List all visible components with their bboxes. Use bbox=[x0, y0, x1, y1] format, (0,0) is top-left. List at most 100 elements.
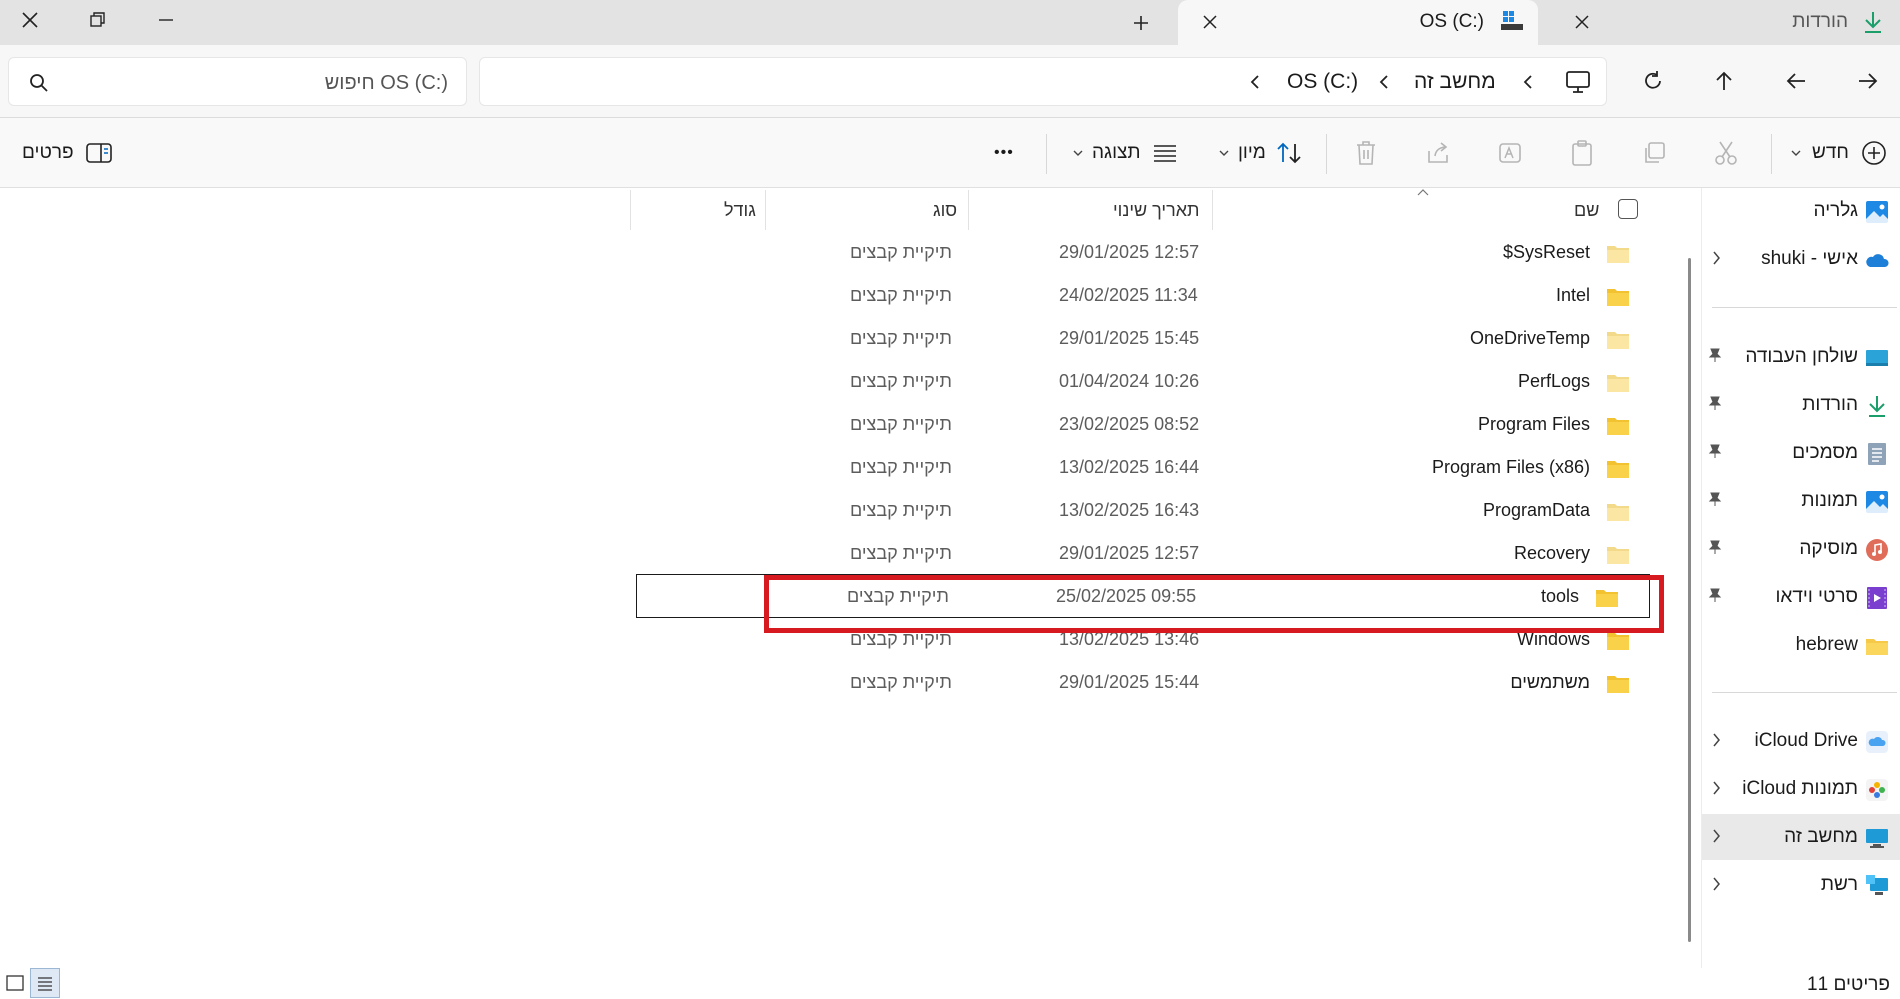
sidebar-item-label: גלריה bbox=[1813, 200, 1858, 221]
pin-icon[interactable] bbox=[1708, 491, 1722, 507]
file-name[interactable]: PerfLogs bbox=[1518, 371, 1590, 392]
tab-title: OS (C:) bbox=[1419, 11, 1484, 32]
tab-close-button[interactable] bbox=[1568, 8, 1596, 36]
sidebar-item-documents[interactable]: מסמכים bbox=[1702, 430, 1900, 476]
file-name[interactable]: Recovery bbox=[1514, 543, 1590, 564]
pin-icon[interactable] bbox=[1708, 587, 1722, 603]
view-label: תצוגה bbox=[1092, 142, 1141, 163]
new-button[interactable]: חדש bbox=[1790, 135, 1887, 171]
folder-icon bbox=[1607, 633, 1629, 650]
file-type: תיקיית קבצים bbox=[850, 500, 952, 520]
table-row[interactable]: $SysReset 29/01/2025 12:57 תיקיית קבצים bbox=[640, 231, 1660, 273]
search-placeholder: חיפוש OS (C:) bbox=[324, 72, 448, 94]
folder-icon bbox=[1607, 375, 1629, 392]
sidebar-item-icloud-photos[interactable]: iCloud תמונות bbox=[1702, 766, 1900, 812]
table-row[interactable]: Intel 24/02/2025 11:34 תיקיית קבצים bbox=[640, 274, 1660, 316]
videos-icon bbox=[1867, 587, 1887, 609]
tab-close-button[interactable] bbox=[1196, 8, 1224, 36]
file-name[interactable]: Program Files (x86) bbox=[1432, 457, 1590, 478]
pin-icon[interactable] bbox=[1708, 347, 1722, 363]
sidebar-item-pictures[interactable]: תמונות bbox=[1702, 478, 1900, 524]
table-row[interactable]: Recovery 29/01/2025 12:57 תיקיית קבצים bbox=[640, 532, 1660, 574]
share-icon bbox=[1428, 142, 1448, 163]
file-name[interactable]: Program Files bbox=[1478, 414, 1590, 435]
tiles-view-button[interactable] bbox=[0, 968, 30, 998]
sidebar-item-gallery[interactable]: גלריה bbox=[1702, 188, 1900, 234]
pin-icon[interactable] bbox=[1708, 539, 1722, 555]
restore-window-button[interactable] bbox=[68, 0, 128, 40]
back-button[interactable] bbox=[1774, 59, 1818, 103]
table-row[interactable]: Program Files 23/02/2025 08:52 תיקיית קבצי… bbox=[640, 403, 1660, 445]
trash-icon bbox=[1357, 141, 1375, 165]
table-row[interactable]: Program Files (x86) 13/02/2025 16:44 תיקיי… bbox=[640, 446, 1660, 488]
vertical-scrollbar[interactable] bbox=[1688, 258, 1691, 942]
sidebar-item-hebrew[interactable]: hebrew bbox=[1702, 622, 1900, 668]
file-name[interactable]: Intel bbox=[1556, 285, 1590, 306]
folder-icon bbox=[1607, 418, 1629, 435]
column-header: גודל סוג תאריך שינוי שם bbox=[630, 188, 1680, 230]
table-row[interactable]: PerfLogs 01/04/2024 10:26 תיקיית קבצים bbox=[640, 360, 1660, 402]
divider bbox=[1771, 134, 1772, 174]
sidebar-item-icloud-drive[interactable]: iCloud Drive bbox=[1702, 718, 1900, 764]
breadcrumb-os-c[interactable]: OS (C:) bbox=[1287, 70, 1358, 94]
chevron-right-icon[interactable] bbox=[1711, 732, 1721, 748]
sidebar-item-network[interactable]: רשת bbox=[1702, 862, 1900, 908]
select-all-checkbox[interactable] bbox=[1618, 199, 1638, 219]
rename-button[interactable] bbox=[1498, 135, 1524, 171]
file-name[interactable]: ProgramData bbox=[1483, 500, 1590, 521]
column-name[interactable]: שם bbox=[1574, 200, 1599, 221]
icloud-photos-icon bbox=[1866, 779, 1888, 801]
sidebar-item-desktop[interactable]: שולחן העבודה bbox=[1702, 334, 1900, 380]
table-row[interactable]: OneDriveTemp 29/01/2025 15:45 תיקיית קבצים bbox=[640, 317, 1660, 359]
column-date[interactable]: תאריך שינוי bbox=[1113, 200, 1199, 221]
breadcrumb-this-pc[interactable]: מחשב זה bbox=[1414, 70, 1496, 94]
minimize-window-button[interactable] bbox=[136, 0, 196, 40]
details-view-button[interactable] bbox=[30, 968, 60, 998]
more-options-button[interactable]: ••• bbox=[994, 135, 1014, 171]
more-icon: ••• bbox=[994, 144, 1014, 161]
sidebar-item-videos[interactable]: סרטי וידאו bbox=[1702, 574, 1900, 620]
up-button[interactable] bbox=[1702, 59, 1746, 103]
file-date: 23/02/2025 08:52 bbox=[1059, 414, 1200, 434]
file-date: 13/02/2025 16:43 bbox=[1059, 500, 1200, 520]
item-count: 11 פריטים bbox=[1807, 974, 1890, 995]
close-window-button[interactable] bbox=[0, 0, 60, 40]
file-type: תיקיית קבצים bbox=[850, 242, 952, 262]
sidebar-item-onedrive[interactable]: shuki - אישי bbox=[1702, 236, 1900, 282]
pin-icon[interactable] bbox=[1708, 443, 1722, 459]
sidebar-item-this-pc[interactable]: מחשב זה bbox=[1702, 814, 1900, 860]
chevron-left-icon[interactable] bbox=[1521, 73, 1535, 91]
refresh-button[interactable] bbox=[1631, 59, 1675, 103]
sidebar-item-music[interactable]: מוסיקה bbox=[1702, 526, 1900, 572]
table-row[interactable]: ProgramData 13/02/2025 16:43 תיקיית קבצים bbox=[640, 489, 1660, 531]
file-name[interactable]: OneDriveTemp bbox=[1470, 328, 1590, 349]
table-row[interactable]: משתמשים 29/01/2025 15:44 תיקיית קבצים bbox=[640, 661, 1660, 703]
file-name[interactable]: $SysReset bbox=[1503, 242, 1590, 263]
forward-button[interactable] bbox=[1846, 59, 1890, 103]
tab-os-c[interactable]: OS (C:) bbox=[1178, 0, 1538, 45]
file-name[interactable]: משתמשים bbox=[1510, 672, 1590, 693]
pin-icon[interactable] bbox=[1708, 395, 1722, 411]
address-bar[interactable]: OS (C:) מחשב זה bbox=[479, 57, 1607, 106]
share-button[interactable] bbox=[1426, 135, 1452, 171]
delete-button[interactable] bbox=[1354, 135, 1378, 171]
paste-button[interactable] bbox=[1570, 135, 1594, 171]
details-pane-button[interactable]: פרטים bbox=[22, 135, 112, 171]
cut-button[interactable] bbox=[1714, 135, 1738, 171]
chevron-right-icon[interactable] bbox=[1711, 780, 1721, 796]
tab-downloads[interactable]: הורדות bbox=[1550, 0, 1900, 45]
view-button[interactable]: תצוגה bbox=[1072, 135, 1177, 171]
column-size[interactable]: גודל bbox=[724, 200, 756, 221]
new-tab-button[interactable] bbox=[1124, 6, 1158, 40]
chevron-right-icon[interactable] bbox=[1711, 876, 1721, 892]
sort-button[interactable]: מיון bbox=[1218, 135, 1302, 171]
search-box[interactable]: חיפוש OS (C:) bbox=[8, 57, 467, 106]
details-view-icon bbox=[38, 977, 52, 991]
chevron-right-icon[interactable] bbox=[1711, 250, 1721, 266]
chevron-left-icon[interactable] bbox=[1377, 73, 1391, 91]
file-date: 29/01/2025 15:45 bbox=[1059, 328, 1200, 348]
chevron-right-icon[interactable] bbox=[1711, 828, 1721, 844]
column-type[interactable]: סוג bbox=[933, 200, 957, 221]
copy-button[interactable] bbox=[1642, 135, 1666, 171]
sidebar-item-downloads[interactable]: הורדות bbox=[1702, 382, 1900, 428]
